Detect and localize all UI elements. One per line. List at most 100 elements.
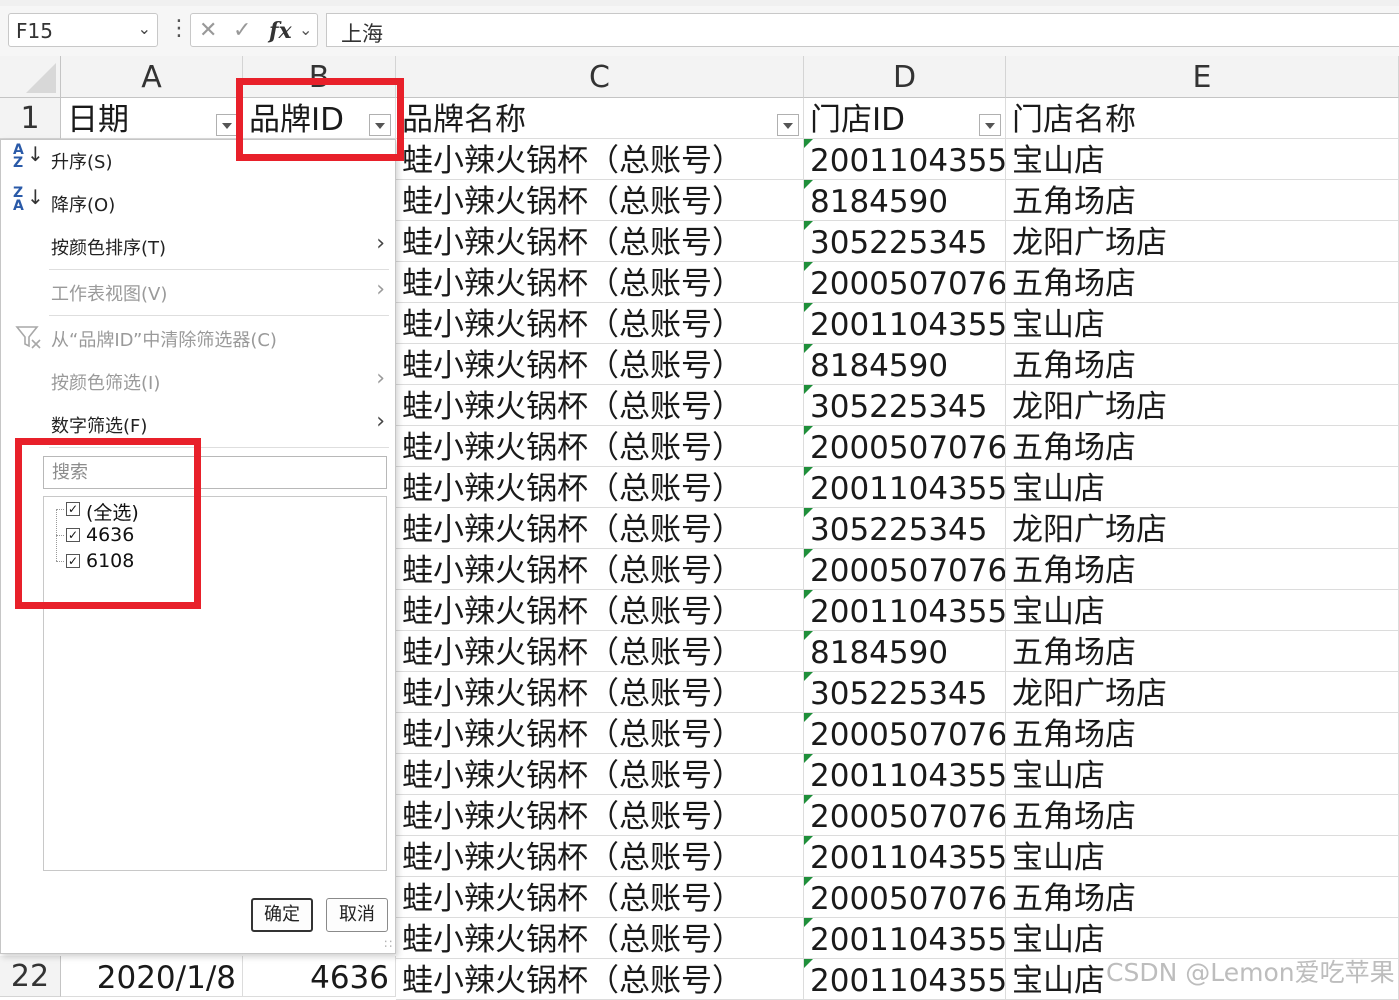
- cell-brand-name[interactable]: 蛙小辣火锅杯（总账号）: [396, 344, 804, 385]
- funnel-clear-icon: [15, 324, 43, 354]
- column-header-d[interactable]: D: [804, 56, 1006, 98]
- cell-brand-name[interactable]: 蛙小辣火锅杯（总账号）: [396, 467, 804, 508]
- cell-store-id[interactable]: 2000507076: [804, 262, 1006, 303]
- select-all-corner[interactable]: [0, 56, 61, 98]
- cell-store-id[interactable]: 2001104355: [804, 139, 1006, 180]
- cell-store-name[interactable]: 五角场店: [1006, 180, 1399, 221]
- cell-brand-name[interactable]: 蛙小辣火锅杯（总账号）: [396, 139, 804, 180]
- header-cell-store-id[interactable]: 门店ID: [804, 98, 1006, 139]
- cell-store-name[interactable]: 龙阳广场店: [1006, 221, 1399, 262]
- cell-brand-name[interactable]: 蛙小辣火锅杯（总账号）: [396, 631, 804, 672]
- cell-store-id[interactable]: 8184590: [804, 180, 1006, 221]
- cell-brand-name[interactable]: 蛙小辣火锅杯（总账号）: [396, 508, 804, 549]
- cell-brand-name[interactable]: 蛙小辣火锅杯（总账号）: [396, 262, 804, 303]
- cell-store-name[interactable]: 宝山店: [1006, 754, 1399, 795]
- cell-store-id[interactable]: 305225345: [804, 508, 1006, 549]
- cell-brand-name[interactable]: 蛙小辣火锅杯（总账号）: [396, 754, 804, 795]
- menu-sort-by-color[interactable]: 按颜色排序(T) ›: [1, 226, 395, 266]
- name-box[interactable]: F15 ⌄: [8, 13, 158, 47]
- cell-store-name[interactable]: 龙阳广场店: [1006, 508, 1399, 549]
- formula-content: 上海: [341, 22, 383, 46]
- cell-brand-name[interactable]: 蛙小辣火锅杯（总账号）: [396, 221, 804, 262]
- cell-store-id[interactable]: 2000507076: [804, 426, 1006, 467]
- cell-store-name[interactable]: 宝山店: [1006, 467, 1399, 508]
- cell-store-name[interactable]: 宝山店: [1006, 303, 1399, 344]
- cell-store-id[interactable]: 2000507076: [804, 795, 1006, 836]
- insert-function-button[interactable]: fx: [269, 18, 292, 44]
- header-cell-brand-name[interactable]: 品牌名称: [396, 98, 804, 139]
- cell-brand-name[interactable]: 蛙小辣火锅杯（总账号）: [396, 385, 804, 426]
- cell-brand-name[interactable]: 蛙小辣火锅杯（总账号）: [396, 713, 804, 754]
- cell-store-id[interactable]: 2001104355: [804, 303, 1006, 344]
- cell-store-name[interactable]: 五角场店: [1006, 713, 1399, 754]
- column-header-a[interactable]: A: [61, 56, 243, 98]
- more-options-icon[interactable]: ⋮: [168, 16, 190, 41]
- cell-brand-name[interactable]: 蛙小辣火锅杯（总账号）: [396, 795, 804, 836]
- chevron-right-icon: ›: [376, 277, 385, 302]
- cell-store-name[interactable]: 五角场店: [1006, 549, 1399, 590]
- cell-brand-name[interactable]: 蛙小辣火锅杯（总账号）: [396, 549, 804, 590]
- formula-input[interactable]: 上海: [326, 13, 1399, 47]
- menu-label: 降序(O): [51, 195, 116, 216]
- header-label: 品牌名称: [402, 102, 526, 138]
- cell-store-name[interactable]: 五角场店: [1006, 262, 1399, 303]
- row-header-1[interactable]: 1: [0, 98, 61, 139]
- chevron-down-icon[interactable]: ⌄: [299, 20, 312, 39]
- cancel-button[interactable]: 取消: [326, 898, 388, 932]
- filter-dropdown-button[interactable]: [777, 114, 799, 136]
- cell-store-name[interactable]: 宝山店: [1006, 590, 1399, 631]
- cell-store-id[interactable]: 2000507076: [804, 713, 1006, 754]
- watermark: CSDN @Lemon爱吃苹果: [1106, 958, 1395, 987]
- cell-store-id[interactable]: 305225345: [804, 385, 1006, 426]
- menu-sort-descending[interactable]: Z A ↓ 降序(O): [1, 183, 395, 223]
- ok-button[interactable]: 确定: [251, 898, 313, 932]
- cell-brand-name[interactable]: 蛙小辣火锅杯（总账号）: [396, 836, 804, 877]
- cell-store-id[interactable]: 2000507076: [804, 877, 1006, 918]
- header-cell-date[interactable]: 日期: [61, 98, 243, 139]
- enter-check-icon[interactable]: ✓: [233, 18, 251, 43]
- cell-store-id[interactable]: 2001104355: [804, 836, 1006, 877]
- cell-store-id[interactable]: 305225345: [804, 672, 1006, 713]
- cell-store-id[interactable]: 2001104355: [804, 590, 1006, 631]
- filter-dropdown-button[interactable]: [216, 114, 238, 136]
- cell-brand-name[interactable]: 蛙小辣火锅杯（总账号）: [396, 672, 804, 713]
- cell-brand-name[interactable]: 蛙小辣火锅杯（总账号）: [396, 426, 804, 467]
- chevron-right-icon: ›: [376, 231, 385, 256]
- cell-brand-name[interactable]: 蛙小辣火锅杯（总账号）: [396, 180, 804, 221]
- cell-store-id[interactable]: 2001104355: [804, 918, 1006, 959]
- cell-store-name[interactable]: 宝山店: [1006, 836, 1399, 877]
- cell-store-name[interactable]: 龙阳广场店: [1006, 385, 1399, 426]
- cell-brand-name[interactable]: 蛙小辣火锅杯（总账号）: [396, 918, 804, 959]
- menu-label: 工作表视图(V): [51, 284, 168, 305]
- cell-store-name[interactable]: 五角场店: [1006, 795, 1399, 836]
- cell-date[interactable]: 2020/1/8: [61, 956, 243, 997]
- highlight-box-brand-id-header: [236, 78, 404, 161]
- cell-store-id[interactable]: 2001104355: [804, 467, 1006, 508]
- cell-brand-name[interactable]: 蛙小辣火锅杯（总账号）: [396, 877, 804, 918]
- cell-store-name[interactable]: 五角场店: [1006, 344, 1399, 385]
- cell-brand-name[interactable]: 蛙小辣火锅杯（总账号）: [396, 303, 804, 344]
- cancel-icon[interactable]: ✕: [199, 18, 217, 43]
- resize-grip-icon[interactable]: ∷: [384, 937, 392, 951]
- cell-store-id[interactable]: 8184590: [804, 631, 1006, 672]
- cell-store-name[interactable]: 五角场店: [1006, 877, 1399, 918]
- cell-store-id[interactable]: 2000507076: [804, 549, 1006, 590]
- header-cell-store-name[interactable]: 门店名称: [1006, 98, 1399, 139]
- cell-store-name[interactable]: 五角场店: [1006, 631, 1399, 672]
- filter-dropdown-button[interactable]: [979, 114, 1001, 136]
- formula-buttons: ✕ ✓ fx ⌄: [190, 13, 318, 47]
- cell-brand-name[interactable]: 蛙小辣火锅杯（总账号）: [396, 590, 804, 631]
- cell-store-id[interactable]: 305225345: [804, 221, 1006, 262]
- cell-brand-id[interactable]: 4636: [243, 956, 396, 997]
- cell-store-name[interactable]: 五角场店: [1006, 426, 1399, 467]
- menu-divider: [49, 269, 389, 270]
- cell-store-id[interactable]: 8184590: [804, 344, 1006, 385]
- cell-store-name[interactable]: 宝山店: [1006, 139, 1399, 180]
- column-header-e[interactable]: E: [1006, 56, 1399, 98]
- menu-label: 升序(S): [51, 152, 113, 173]
- cell-store-id[interactable]: 2001104355: [804, 754, 1006, 795]
- chevron-down-icon[interactable]: ⌄: [138, 19, 151, 38]
- row-header-22[interactable]: 22: [0, 956, 61, 997]
- cell-store-name[interactable]: 龙阳广场店: [1006, 672, 1399, 713]
- column-header-c[interactable]: C: [396, 56, 804, 98]
